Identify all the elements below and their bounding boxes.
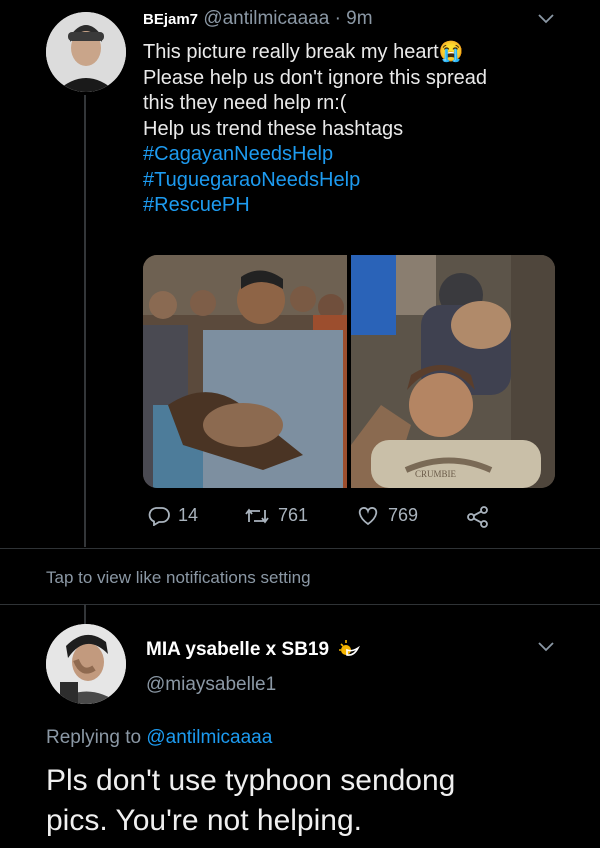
tweet-line: This picture really break my heart😭 — [143, 41, 464, 63]
media-image-right[interactable]: CRUMBIE — [351, 255, 555, 488]
shirt-print-text: CRUMBIE — [415, 469, 457, 479]
reply-action[interactable]: 14 — [148, 505, 198, 526]
author-handle[interactable]: @antilmicaaaa — [203, 8, 329, 29]
chevron-down-icon[interactable] — [536, 12, 556, 26]
reply-author-avatar[interactable] — [46, 624, 126, 704]
divider — [0, 604, 600, 605]
reply-count: 14 — [178, 505, 199, 525]
hashtag-link[interactable]: #RescuePH — [143, 193, 563, 219]
author-name[interactable]: BEjam7 — [143, 11, 198, 28]
tweet-line: Help us trend these hashtags — [143, 117, 404, 140]
divider — [0, 548, 600, 549]
like-count: 769 — [388, 505, 419, 525]
tweet-line: this they need help rn:( — [143, 92, 347, 114]
replying-to-line: Replying to @antilmicaaaa — [46, 727, 272, 749]
replying-to-handle[interactable]: @antilmicaaaa — [146, 727, 272, 748]
hashtag-link[interactable]: #CagayanNeedsHelp — [143, 142, 563, 168]
thread-line — [84, 95, 86, 547]
reply-text-line: pics. You're not helping. — [46, 804, 362, 837]
like-icon — [358, 506, 378, 525]
share-icon[interactable] — [466, 506, 490, 528]
reply-text: Pls don't use typhoon sendong pics. You'… — [46, 761, 455, 841]
meta-separator: · — [334, 8, 341, 29]
tweet-text: This picture really break my heart😭 Plea… — [143, 40, 563, 219]
retweet-action[interactable]: 761 — [244, 505, 308, 526]
reply-author-handle[interactable]: @miaysabelle1 — [146, 674, 276, 696]
sun-emoji-icon — [339, 640, 361, 656]
replying-to-label: Replying to — [46, 727, 142, 748]
media-image-left[interactable] — [143, 255, 347, 488]
tweet-line: Please help us don't ignore this spread — [143, 66, 488, 89]
author-avatar[interactable] — [46, 12, 126, 92]
thread-line — [84, 604, 86, 624]
tweet-header: BEjam7 @antilmicaaaa · 9m — [143, 8, 373, 30]
chevron-down-icon[interactable] — [536, 640, 556, 654]
reply-icon — [148, 506, 170, 526]
tweet-time[interactable]: 9m — [346, 8, 372, 29]
reply-text-line: Pls don't use typhoon sendong — [46, 764, 456, 797]
reply-author-name[interactable]: MIA ysabelle x SB19 — [146, 638, 361, 661]
retweet-icon — [245, 508, 269, 523]
hashtag-link[interactable]: #TuguegaraoNeedsHelp — [143, 168, 563, 194]
like-action[interactable]: 769 — [356, 505, 418, 526]
retweet-count: 761 — [278, 505, 309, 525]
reply-author-name-text: MIA ysabelle x SB19 — [146, 639, 330, 660]
notification-setting-link[interactable]: Tap to view like notifications setting — [46, 568, 311, 588]
